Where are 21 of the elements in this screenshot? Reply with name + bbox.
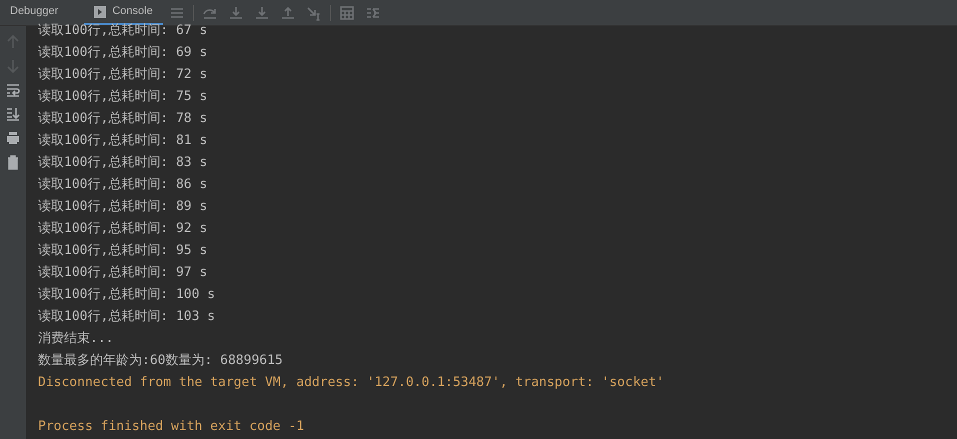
console-line: 读取100行,总耗时间: 83 s: [38, 154, 208, 172]
console-line: 读取100行,总耗时间: 69 s: [38, 44, 208, 62]
console-line: 读取100行,总耗时间: 75 s: [38, 88, 208, 106]
console-line: 读取100行,总耗时间: 100 s: [38, 286, 216, 304]
console-line: 读取100行,总耗时间: 67 s: [38, 22, 208, 40]
console-line: 读取100行,总耗时间: 97 s: [38, 264, 208, 282]
tab[interactable]: Debugger: [0, 0, 68, 25]
console-line: Disconnected from the target VM, address: '127.0.0.1:53487', transport: 'socket': [38, 374, 664, 392]
console-line: 读取100行,总耗时间: 103 s: [38, 308, 216, 326]
console-line: 读取100行,总耗时间: 72 s: [38, 66, 208, 84]
console-line: 消费结束...: [38, 330, 114, 348]
tab[interactable]: Console: [84, 0, 163, 25]
console-line: 读取100行,总耗时间: 92 s: [38, 220, 208, 238]
console-line: 读取100行,总耗时间: 78 s: [38, 110, 208, 128]
console-line: 读取100行,总耗时间: 81 s: [38, 132, 208, 150]
console-line: 数量最多的年龄为:60数量为: 68899615: [38, 352, 283, 370]
console-icon: [94, 6, 106, 18]
console-line: 读取100行,总耗时间: 89 s: [38, 198, 208, 216]
console-line: 读取100行,总耗时间: 86 s: [38, 176, 208, 194]
console-line: 读取100行,总耗时间: 95 s: [38, 242, 208, 260]
console-line: Process finished with exit code -1: [38, 418, 304, 436]
